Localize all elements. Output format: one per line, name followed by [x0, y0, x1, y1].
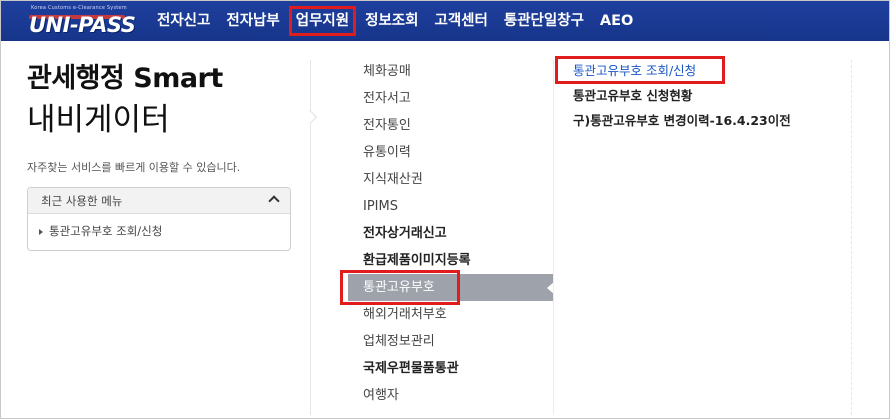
submenu-item-seized-goods-auction[interactable]: 체화공매 — [348, 58, 553, 85]
highlight-box — [555, 56, 725, 84]
nav-item-aeo[interactable]: AEO — [592, 1, 641, 41]
submenu-item-traveler[interactable]: 여행자 — [348, 382, 553, 409]
submenu-item-international-mail[interactable]: 국제우편물품통관 — [348, 355, 553, 382]
link-customs-code-status[interactable]: 통관고유부호 신청현황 — [573, 83, 843, 108]
customs-code-submenu: 통관고유부호 조회/신청 통관고유부호 신청현황 구)통관고유부호 변경이력-1… — [555, 56, 843, 133]
panel-divider-edge — [851, 60, 852, 415]
link-customs-code-inquiry[interactable]: 통관고유부호 조회/신청 — [555, 56, 843, 84]
recent-menu-item-label: 통관고유부호 조회/신청 — [49, 224, 163, 238]
caret-right-icon — [39, 228, 43, 235]
logo-tagline: Korea Customs e-Clearance System — [31, 5, 127, 11]
nav-item-info-inquiry[interactable]: 정보조회 — [357, 1, 426, 41]
submenu-item-overseas-partner-code[interactable]: 해외거래처부호 — [348, 301, 553, 328]
submenu-item-intellectual-property[interactable]: 지식재산권 — [348, 166, 553, 193]
submenu-item-ipims[interactable]: IPIMS — [348, 193, 553, 220]
submenu-item-ecommerce-declaration[interactable]: 전자상거래신고 — [348, 220, 553, 247]
panel-divider-right — [553, 60, 554, 415]
submenu-item-company-info[interactable]: 업체정보관리 — [348, 328, 553, 355]
navigator-panel: 관세행정 Smart 내비게이터 자주찾는 서비스를 빠르게 이용할 수 있습니… — [27, 60, 292, 251]
recent-menu-header-label: 최근 사용한 메뉴 — [41, 194, 123, 208]
submenu-item-e-seal[interactable]: 전자통인 — [348, 112, 553, 139]
chevron-up-icon[interactable] — [268, 195, 280, 207]
nav-item-e-declaration[interactable]: 전자신고 — [149, 1, 218, 41]
top-navigation-bar: Korea Customs e-Clearance System UNI-PAS… — [1, 1, 889, 41]
recent-menu-header[interactable]: 최근 사용한 메뉴 — [28, 188, 290, 214]
nav-item-customer-center[interactable]: 고객센터 — [427, 1, 496, 41]
submenu-item-customs-code[interactable]: 통관고유부호 — [340, 270, 554, 305]
recent-menu-box: 최근 사용한 메뉴 통관고유부호 조회/신청 — [27, 187, 291, 251]
nav-item-e-payment[interactable]: 전자납부 — [218, 1, 287, 41]
submenu-item-e-archive[interactable]: 전자서고 — [348, 85, 553, 112]
submenu-list: 체화공매 전자서고 전자통인 유통이력 지식재산권 IPIMS 전자상거래신고 … — [340, 58, 554, 409]
link-customs-code-history[interactable]: 구)통관고유부호 변경이력-16.4.23이전 — [573, 108, 843, 133]
page-subtitle: 내비게이터 — [27, 102, 170, 138]
highlight-box — [340, 270, 460, 305]
nav-item-single-window[interactable]: 통관단일창구 — [496, 1, 592, 41]
nav-item-business-support[interactable]: 업무지원 — [288, 1, 357, 41]
page-title: 관세행정 Smart — [27, 63, 223, 94]
page-description: 자주찾는 서비스를 빠르게 이용할 수 있습니다. — [27, 161, 241, 174]
main-nav: 전자신고 전자납부 업무지원 정보조회 고객센터 통관단일창구 AEO — [149, 1, 641, 41]
recent-menu-item[interactable]: 통관고유부호 조회/신청 — [28, 214, 290, 248]
logo-wordmark: UNI-PASS — [29, 13, 136, 37]
unipass-logo[interactable]: Korea Customs e-Clearance System UNI-PAS… — [27, 3, 137, 39]
submenu-item-distribution-history[interactable]: 유통이력 — [348, 139, 553, 166]
